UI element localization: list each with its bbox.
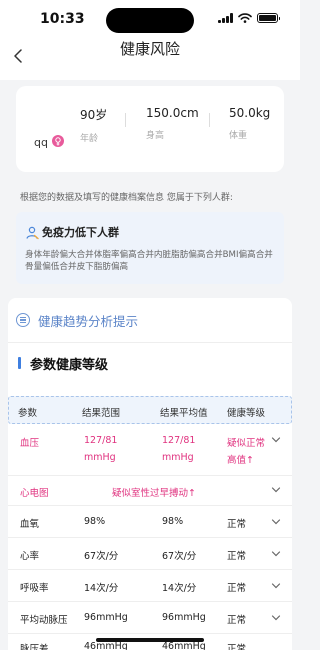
header-level: 健康等级	[227, 408, 266, 419]
stat-divider	[209, 113, 210, 127]
chevron-down-icon[interactable]	[271, 517, 281, 527]
chevron-down-icon[interactable]	[271, 549, 281, 559]
dynamic-island	[106, 8, 194, 33]
divider	[8, 342, 292, 343]
header-average: 结果平均值	[160, 408, 208, 419]
age-value: 90岁	[80, 108, 108, 122]
trend-analysis-link[interactable]: 健康趋势分析提示	[38, 311, 138, 330]
chevron-down-icon[interactable]	[271, 581, 281, 591]
param-range: 96mmHg	[84, 612, 128, 623]
header-range: 结果范围	[82, 408, 121, 419]
stat-divider	[125, 113, 126, 127]
section-title: 参数健康等级	[30, 358, 109, 373]
cellular-signal-icon	[218, 13, 233, 23]
param-name: 血压	[20, 438, 40, 449]
height-label: 身高	[146, 131, 165, 141]
param-name: 呼吸率	[20, 583, 49, 594]
weight-value: 50.0kg	[229, 106, 271, 120]
header-param: 参数	[18, 408, 38, 419]
param-name: 心电图	[20, 488, 49, 499]
chevron-down-icon[interactable]	[271, 485, 281, 495]
param-level: 正常	[227, 583, 247, 594]
param-level: 疑似正常	[227, 438, 266, 449]
table-row[interactable]	[8, 538, 292, 570]
weight-stat: 50.0kg 体重	[229, 106, 270, 141]
param-average: 127/81	[162, 435, 196, 446]
param-range-unit: mmHg	[84, 452, 116, 463]
param-average-unit: mmHg	[162, 452, 194, 463]
param-average: 14次/分	[162, 583, 197, 594]
risk-group-card	[16, 212, 284, 284]
nav-bar: 健康风险	[0, 34, 300, 80]
section-marker	[18, 357, 21, 369]
param-name: 心率	[20, 551, 40, 562]
status-icons	[218, 13, 280, 23]
param-range: 98%	[84, 516, 106, 527]
param-range: 疑似室性过早搏动↑	[112, 488, 196, 499]
param-level-detail: 高值↑	[227, 455, 254, 466]
chevron-down-icon[interactable]	[271, 435, 281, 445]
wifi-icon	[238, 13, 252, 23]
param-level: 正常	[227, 644, 247, 650]
weight-label: 体重	[229, 131, 248, 141]
list-icon	[16, 313, 30, 327]
param-level: 正常	[227, 519, 247, 530]
risk-group-title: 免疫力低下人群	[42, 226, 119, 239]
param-range: 127/81	[84, 435, 118, 446]
intro-text: 根据您的数据及填写的健康档案信息 您属于下列人群:	[20, 193, 233, 203]
height-stat: 150.0cm 身高	[146, 106, 199, 141]
home-indicator	[96, 638, 204, 642]
param-name: 血氧	[20, 519, 40, 530]
risk-group-description: 身体年龄偏大合并体脂率偏高合并内脏脂肪偏高合并BMI偏高合并骨量偏低合并皮下脂肪…	[25, 250, 273, 272]
param-average: 96mmHg	[162, 612, 206, 623]
param-level: 正常	[227, 615, 247, 626]
table-row[interactable]	[8, 506, 292, 538]
status-bar: 10:33	[0, 0, 300, 34]
param-average: 98%	[162, 516, 184, 527]
param-range: 14次/分	[84, 583, 119, 594]
status-time: 10:33	[40, 11, 85, 27]
table-row[interactable]	[8, 424, 292, 476]
battery-icon	[257, 13, 280, 23]
page-title: 健康风险	[119, 40, 180, 58]
age-stat: 90岁 年龄	[80, 106, 107, 144]
param-average: 46mmHg	[162, 641, 206, 650]
height-value: 150.0cm	[146, 106, 199, 120]
param-level: 正常	[227, 551, 247, 562]
param-range: 67次/分	[84, 551, 119, 562]
chevron-down-icon[interactable]	[271, 613, 281, 623]
people-icon	[26, 226, 39, 240]
username: qq	[34, 136, 48, 149]
param-average: 67次/分	[162, 551, 197, 562]
age-label: 年龄	[80, 134, 99, 144]
female-icon	[52, 135, 64, 147]
param-name: 脉压差	[20, 644, 49, 650]
param-range: 46mmHg	[84, 641, 128, 650]
table-row[interactable]	[8, 570, 292, 602]
param-name: 平均动脉压	[20, 615, 68, 626]
